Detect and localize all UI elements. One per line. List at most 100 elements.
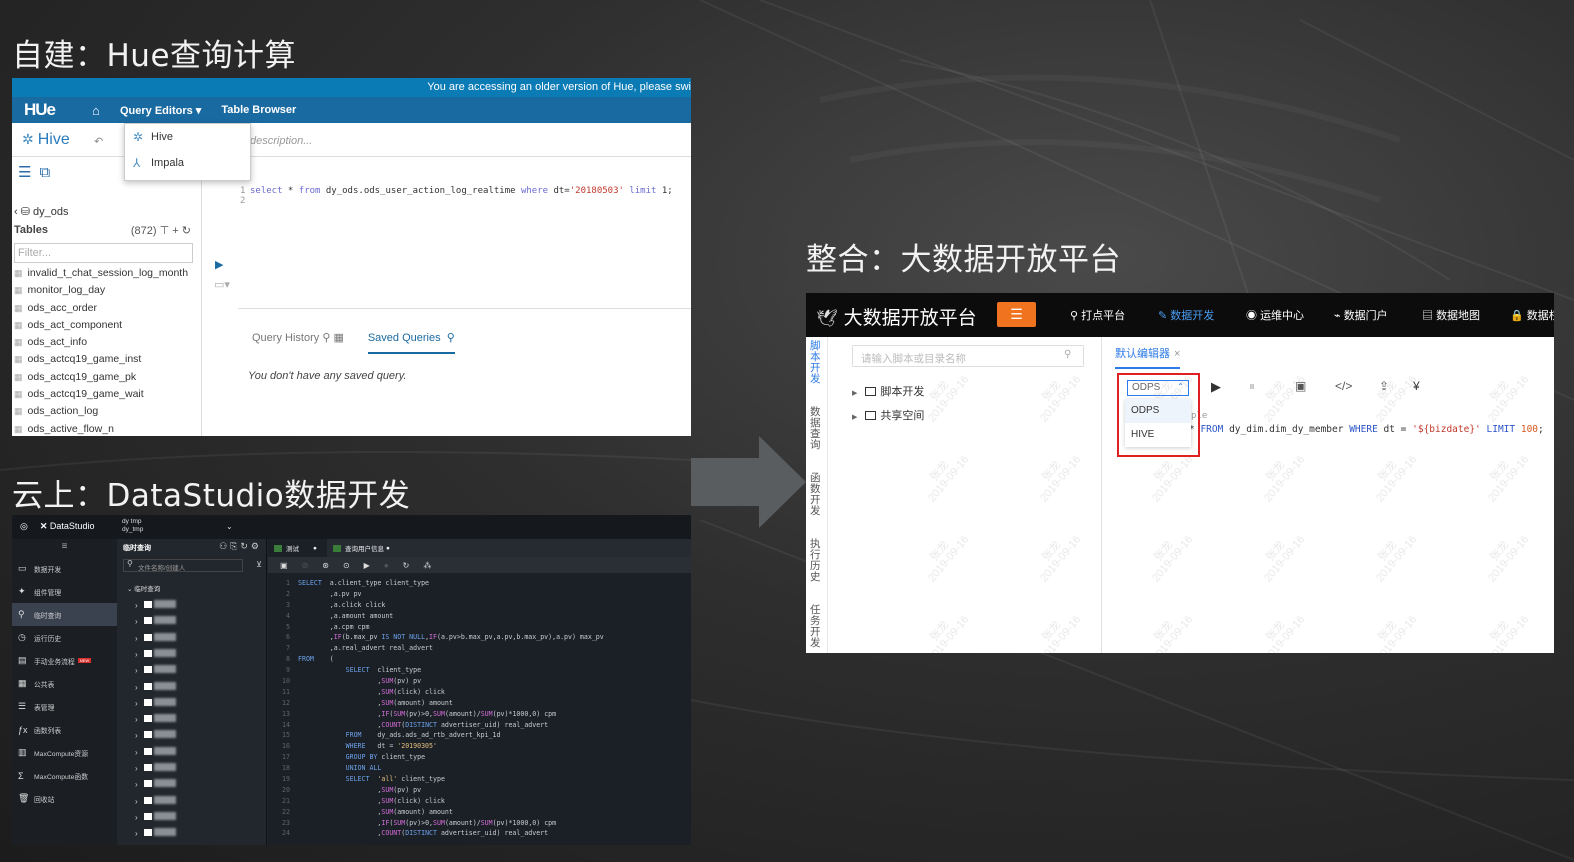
description-field[interactable]: description... <box>250 135 312 147</box>
sidebar-item[interactable]: ▤ 手动业务流程 NEW <box>12 649 117 672</box>
database-breadcrumb[interactable]: ‹ ⛁ dy_ods <box>12 189 201 218</box>
sidebar-item[interactable]: 🗑 回收站 <box>12 787 117 810</box>
book-icon[interactable]: ▭▾ <box>214 278 230 291</box>
folder-item[interactable]: › <box>135 763 176 773</box>
folder-item[interactable]: › <box>135 746 176 757</box>
folder-item[interactable]: › <box>135 616 176 626</box>
table-list-item[interactable]: ▦ ods_action_log <box>12 405 201 422</box>
calendar-icon[interactable]: ▦ <box>333 332 343 344</box>
table-list-item[interactable]: ▦ ods_actcq19_game_wait <box>12 388 201 405</box>
folder-item[interactable]: › <box>135 681 176 692</box>
sql-code[interactable]: 1 SELECT a.client_type client_type 2 ,a.pv… <box>268 578 691 839</box>
platform-nav-item[interactable]: 🔒 数据权 <box>1510 307 1554 323</box>
vertical-tab[interactable]: 任务开发 <box>810 605 822 649</box>
table-list-item[interactable]: ▦ ods_actcq19_game_pk <box>12 371 201 388</box>
menu-toggle-button[interactable]: ☰ <box>997 302 1036 327</box>
editor-tab-default[interactable]: 默认编辑器 × <box>1115 345 1181 369</box>
table-list-item[interactable]: ▦ ods_actcq19_game_inst <box>12 353 201 370</box>
lock-icon[interactable]: ⊘ <box>302 561 309 570</box>
close-icon[interactable]: × <box>1174 348 1180 360</box>
run-params-icon[interactable]: ▶ <box>364 561 370 570</box>
sidebar-item[interactable]: ƒx 函数列表 <box>12 718 117 741</box>
settings-icon[interactable]: ⚙ <box>251 541 262 551</box>
refresh-icon[interactable]: ↻ <box>182 225 191 237</box>
save-icon[interactable]: ▣ <box>280 561 288 570</box>
sidebar-item[interactable]: ✦ 组件管理 <box>12 580 117 603</box>
table-list-item[interactable]: ▦ ods_acc_order <box>12 302 201 319</box>
vertical-tab[interactable]: 执行历史 <box>810 539 822 583</box>
run-icon[interactable]: ⊙ <box>343 561 350 570</box>
upload-icon[interactable]: ⇪ <box>1379 379 1389 393</box>
tab-test[interactable]: 测试 ● <box>268 539 327 557</box>
menu-icon[interactable]: ≡ <box>12 539 117 557</box>
sidebar-item[interactable]: ⚲ 临时查询 <box>12 603 117 626</box>
undo-icon[interactable]: ↶ <box>94 135 103 148</box>
code-icon[interactable]: </> <box>1335 379 1352 393</box>
search-icon[interactable]: ⚲ <box>447 332 455 344</box>
copy-icon[interactable]: ⧉ <box>39 164 50 181</box>
platform-nav-item[interactable]: ⚲ 打点平台 <box>1070 307 1125 323</box>
platform-nav-item[interactable]: ⌁ 数据门户 <box>1334 307 1388 323</box>
folder-item[interactable]: › <box>135 648 176 659</box>
stop-icon[interactable]: ⏸ <box>1249 379 1255 394</box>
format-icon[interactable]: ⁂ <box>423 561 431 570</box>
table-list-item[interactable]: ▦ ods_active_flow_n <box>12 423 201 436</box>
dropdown-item-hive[interactable]: ✲ Hive <box>125 124 250 150</box>
vertical-tab[interactable]: 脚本开发 <box>810 341 822 385</box>
tab-query-history[interactable]: Query History ⚲ ▦ <box>252 331 344 354</box>
params-icon[interactable]: ⊛ <box>322 561 329 570</box>
tree-search-input[interactable]: 文件名称/创建人 <box>123 559 243 572</box>
folder-item[interactable]: › <box>135 811 176 822</box>
save-icon[interactable]: ▣ <box>1295 379 1306 393</box>
tree-node-scripts[interactable]: ▶ 脚本开发 <box>852 383 924 399</box>
reload-icon[interactable]: ↻ <box>403 561 410 570</box>
editor-type[interactable]: ✲ Hive <box>22 131 70 149</box>
yen-icon[interactable]: ¥ <box>1413 379 1420 393</box>
folder-item[interactable]: › <box>135 665 176 675</box>
tab-saved-queries[interactable]: Saved Queries ⚲ <box>367 331 455 354</box>
table-list-item[interactable]: ▦ ods_act_info <box>12 336 201 353</box>
folder-item[interactable]: › <box>135 697 176 708</box>
nav-table-browser[interactable]: Table Browser <box>221 104 296 116</box>
table-list-item[interactable]: ▦ ods_act_component <box>12 319 201 336</box>
query-editor[interactable]: 1 select * from dy_ods.ods_user_action_lo… <box>240 186 673 206</box>
new-file-icon[interactable]: ⎘ <box>230 541 240 551</box>
platform-nav-item[interactable]: ◉ 运维中心 <box>1246 307 1304 323</box>
folder-item[interactable]: › <box>135 600 176 610</box>
sidebar-item[interactable]: ▭ 数据开发 <box>12 557 117 580</box>
execute-icon[interactable]: ▶ <box>215 258 223 271</box>
search-icon[interactable]: ⚲ <box>322 332 330 344</box>
vertical-tab[interactable]: 函数开发 <box>810 473 822 517</box>
sidebar-item[interactable]: ▦ 公共表 <box>12 672 117 695</box>
folder-item[interactable]: › <box>135 795 176 806</box>
folder-item[interactable]: › <box>135 828 176 838</box>
run-icon[interactable]: ▶ <box>1211 379 1221 395</box>
sidebar-item[interactable]: ◷ 运行历史 <box>12 626 117 649</box>
vertical-tab[interactable]: 数据查询 <box>810 407 822 451</box>
tree-root-folder[interactable]: ⌄ 临时查询 <box>127 583 160 593</box>
sidebar-item[interactable]: ▥ MaxCompute资源 <box>12 741 117 764</box>
add-icon[interactable]: + <box>172 225 178 237</box>
filter-icon[interactable]: ⊻ <box>256 560 262 569</box>
stop-icon[interactable]: ● <box>384 561 389 570</box>
refresh-icon[interactable]: ↻ <box>240 541 251 551</box>
dropdown-item-impala[interactable]: ⅄ Impala <box>125 150 250 176</box>
table-filter-input[interactable]: Filter... <box>14 243 193 263</box>
project-selector[interactable]: dy tmp dy_tmp <box>122 518 143 534</box>
table-list-item[interactable]: ▦ invalid_t_chat_session_log_month <box>12 267 201 284</box>
folder-item[interactable]: › <box>135 632 176 643</box>
folder-item[interactable]: › <box>135 714 176 724</box>
sql-code[interactable]: * FROM dy_dim.dim_dy_member WHERE dt = '… <box>1189 424 1544 435</box>
sidebar-item[interactable]: ☰ 表管理 <box>12 695 117 718</box>
filter-icon[interactable]: ⊤ <box>160 225 170 237</box>
folder-item[interactable]: › <box>135 779 176 789</box>
platform-nav-item[interactable]: ✎ 数据开发 <box>1158 307 1214 323</box>
folder-item[interactable]: › <box>135 730 176 740</box>
tree-node-shared[interactable]: ▶ 共享空间 <box>852 407 924 423</box>
script-search-input[interactable]: 请输入脚本或目录名称 <box>852 345 1084 367</box>
user-icon[interactable]: ⚇ <box>219 541 230 551</box>
database-icon[interactable]: ☰ <box>18 164 31 181</box>
platform-nav-item[interactable]: ▤ 数据地图 <box>1422 307 1480 323</box>
tab-query-user-info[interactable]: 查询用户信息 ● <box>327 539 400 557</box>
table-list-item[interactable]: ▦ monitor_log_day <box>12 284 201 301</box>
